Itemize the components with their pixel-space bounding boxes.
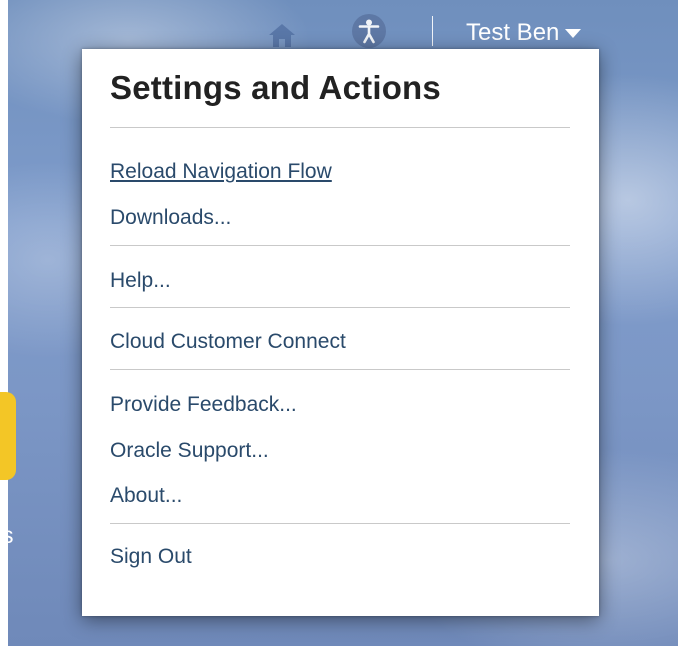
accessibility-icon[interactable] bbox=[352, 14, 386, 48]
caret-down-icon bbox=[565, 28, 582, 38]
tile-label-fragment: s bbox=[2, 522, 14, 548]
menu-divider bbox=[110, 127, 570, 128]
menu-item-sign-out[interactable]: Sign Out bbox=[110, 545, 192, 569]
menu-item-oracle-support[interactable]: Oracle Support... bbox=[110, 439, 269, 463]
menu-divider bbox=[110, 369, 570, 370]
bottom-margin bbox=[0, 646, 678, 654]
user-name: Test Ben bbox=[466, 19, 560, 46]
menu-divider bbox=[110, 523, 570, 524]
menu-item-reload-navigation-flow[interactable]: Reload Navigation Flow bbox=[110, 160, 332, 184]
header-divider bbox=[432, 16, 433, 46]
user-menu-button[interactable]: Test Ben bbox=[466, 18, 582, 48]
menu-divider bbox=[110, 245, 570, 246]
app-tile[interactable] bbox=[0, 392, 16, 480]
home-icon[interactable] bbox=[268, 22, 296, 48]
menu-divider bbox=[110, 307, 570, 308]
menu-item-help[interactable]: Help... bbox=[110, 269, 171, 293]
menu-item-cloud-customer-connect[interactable]: Cloud Customer Connect bbox=[110, 330, 346, 354]
popup-title: Settings and Actions bbox=[110, 69, 441, 106]
menu-item-downloads[interactable]: Downloads... bbox=[110, 206, 231, 230]
menu-item-about[interactable]: About... bbox=[110, 484, 182, 508]
settings-actions-popup: Settings and Actions Reload Navigation F… bbox=[82, 49, 599, 616]
menu-item-provide-feedback[interactable]: Provide Feedback... bbox=[110, 393, 297, 417]
